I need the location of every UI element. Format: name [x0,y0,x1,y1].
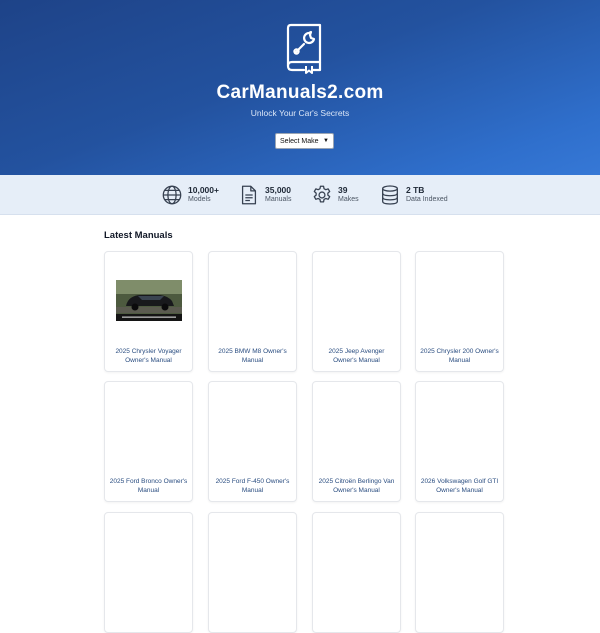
stats-bar: 10,000+ Models 35,000 Manuals 39 Makes 2… [0,175,600,215]
manual-title: 2025 Chrysler Voyager Owner's Manual [115,348,182,364]
globe-icon [162,185,182,205]
manual-card[interactable]: 2025 Ford F-450 Owner's Manual [208,381,297,502]
manual-title: 2025 Chrysler 200 Owner's Manual [420,348,499,364]
manual-wrench-icon [286,23,322,74]
manual-title: 2026 Volkswagen Golf GTI Owner's Manual [420,478,499,494]
make-select-value: Select Make [280,137,319,145]
make-select[interactable]: Select Make ▼ [275,133,334,149]
hero-banner: CarManuals2.com Unlock Your Car's Secret… [0,0,600,175]
stat-data: 2 TB Data Indexed [379,183,448,207]
stat-manuals: 35,000 Manuals [238,183,291,207]
stat-value: 35,000 [265,185,291,195]
manual-card[interactable]: 2026 Volkswagen Golf GTI Owner's Manual [415,381,504,502]
manual-cover-image [116,280,182,321]
gear-icon [313,185,331,203]
manual-title: 2025 Jeep Avenger Owner's Manual [328,348,385,364]
database-icon [382,185,398,205]
manual-card[interactable]: 2025 Citroën Berlingo Van Owner's Manual [312,381,401,502]
stat-value: 10,000+ [188,185,219,195]
stat-value: 39 [338,185,348,195]
stat-label: Makes [338,196,359,203]
stat-models: 10,000+ Models [161,183,219,207]
site-tagline: Unlock Your Car's Secrets [250,108,350,118]
stat-value: 2 TB [406,185,425,195]
manual-card[interactable]: 2025 Chrysler 200 Owner's Manual [415,251,504,372]
manual-title: 2025 BMW M8 Owner's Manual [218,348,287,364]
manual-card[interactable] [415,512,504,633]
stat-label: Data Indexed [406,196,448,203]
chevron-down-icon: ▼ [323,138,329,144]
manual-card[interactable] [312,512,401,633]
manual-title: 2025 Ford F-450 Owner's Manual [215,478,290,494]
manual-card[interactable] [104,512,193,633]
site-title: CarManuals2.com [216,82,384,103]
latest-manuals-heading: Latest Manuals [104,230,173,241]
stat-label: Models [188,196,211,203]
manual-title: 2025 Citroën Berlingo Van Owner's Manual [318,478,395,494]
manual-card[interactable]: 2025 Jeep Avenger Owner's Manual [312,251,401,372]
manual-title: 2025 Ford Bronco Owner's Manual [109,478,188,494]
manual-card[interactable]: 2025 Ford Bronco Owner's Manual [104,381,193,502]
manual-card[interactable]: 2025 Chrysler Voyager Owner's Manual [104,251,193,372]
document-icon [241,185,257,205]
manual-card[interactable] [208,512,297,633]
stat-makes: 39 Makes [311,183,359,207]
manual-card[interactable]: 2025 BMW M8 Owner's Manual [208,251,297,372]
stat-label: Manuals [265,196,292,203]
